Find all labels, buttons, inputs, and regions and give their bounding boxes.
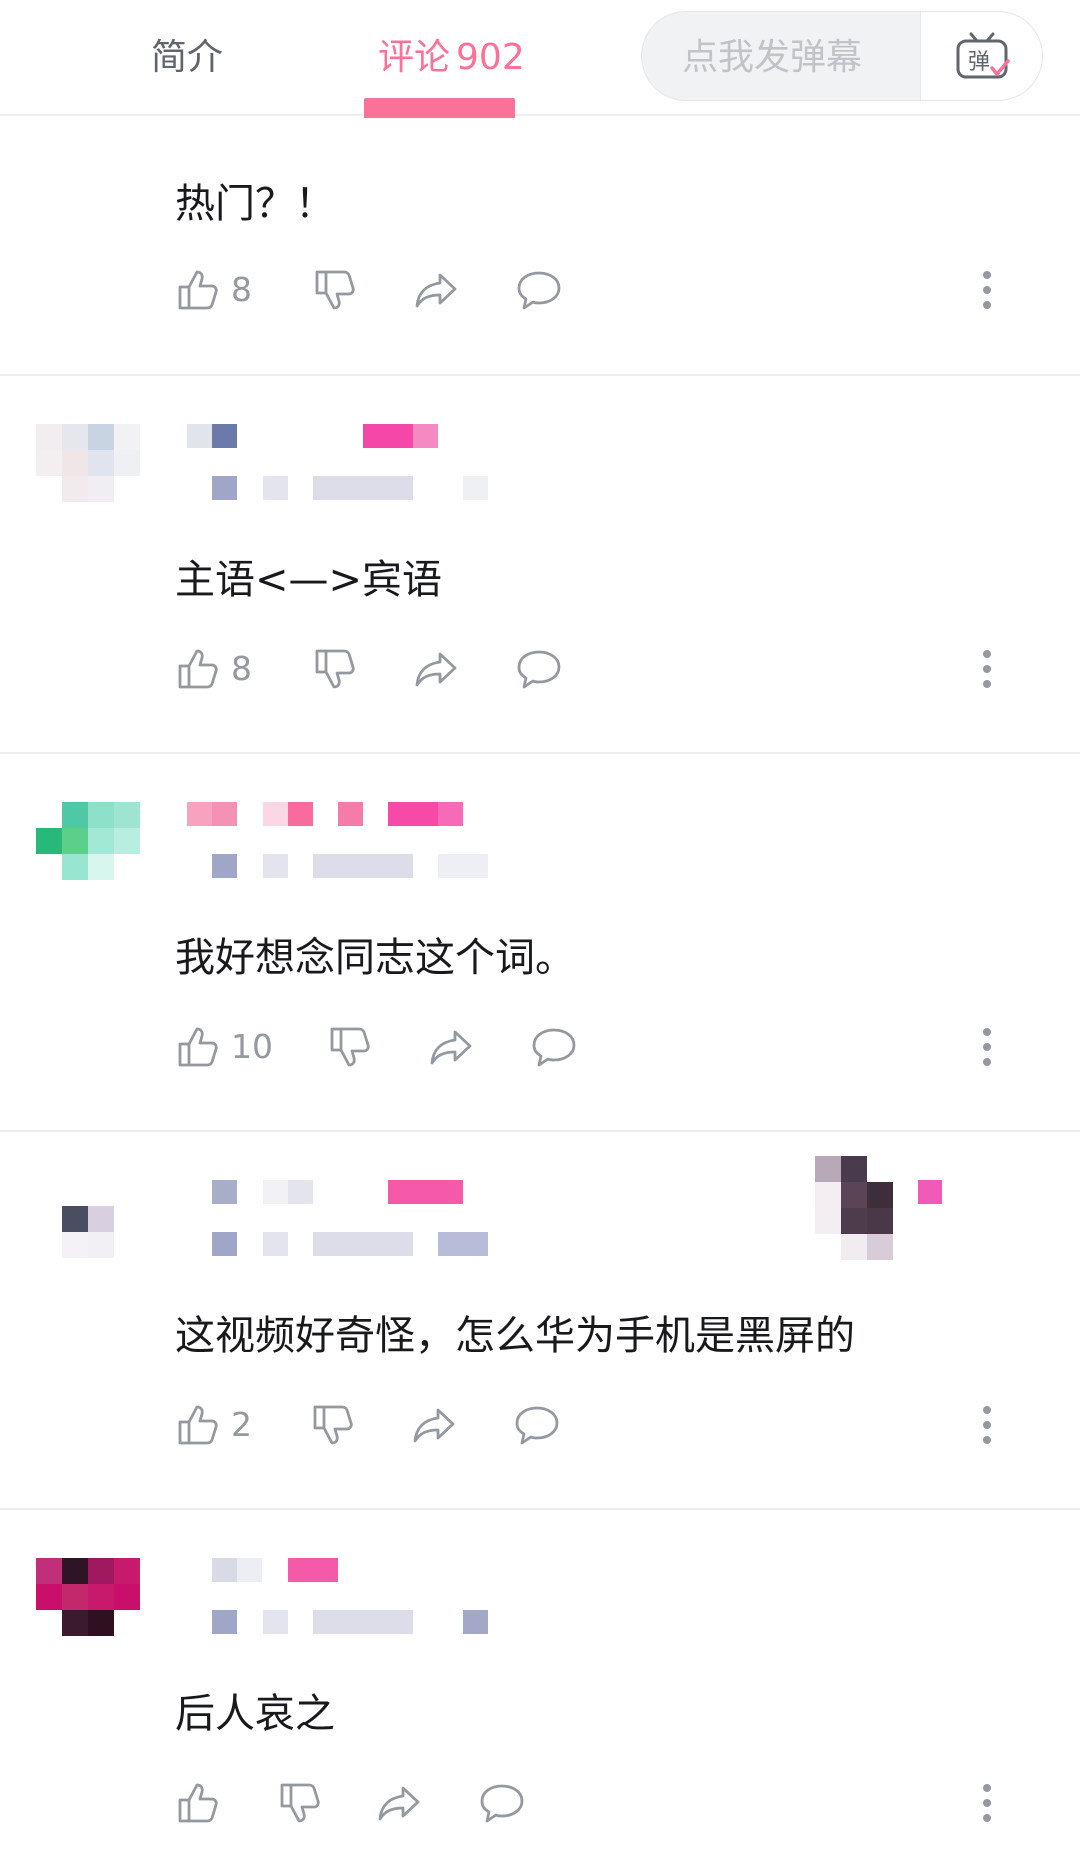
danmaku-tv-icon: 弹 [956,32,1010,79]
reply-bubble-icon [517,650,561,689]
avatar[interactable] [36,1180,140,1284]
share-icon [413,1408,455,1443]
comment-actions: 10 [175,1017,1035,1077]
share-icon [430,1030,472,1065]
reply-button[interactable] [515,260,563,320]
reply-bubble-icon [515,1406,559,1445]
badge-image [815,1156,945,1260]
avatar[interactable] [36,1558,140,1662]
more-button[interactable] [967,1401,1007,1449]
like-button[interactable]: 2 [175,1395,252,1455]
share-icon [415,652,457,687]
thumbs-down-icon [313,1405,353,1445]
dislike-button[interactable] [277,1773,323,1833]
reply-button[interactable] [513,1395,561,1455]
tab-comments[interactable]: 评论 902 [378,28,525,88]
comment-actions [175,1773,1035,1833]
thumbs-up-icon [178,1405,218,1445]
comment-item: 主语<—>宾语 8 [0,376,1080,752]
share-button[interactable] [412,260,460,320]
like-count: 2 [231,1405,252,1444]
comment-actions: 8 [175,639,1035,699]
danmaku-button[interactable]: 弹 [920,12,1042,100]
share-button[interactable] [375,1773,423,1833]
share-icon [378,1786,420,1821]
share-button[interactable] [412,639,460,699]
comment-item: 后人哀之 [0,1510,1080,1860]
like-button[interactable]: 8 [175,260,252,320]
comment-text: 主语<—>宾语 [175,557,443,603]
reply-button[interactable] [478,1773,526,1833]
dislike-button[interactable] [310,1395,356,1455]
comment-text: 后人哀之 [175,1691,335,1737]
dislike-button[interactable] [327,1017,373,1077]
danmaku-bar: 弹 [641,11,1043,101]
danmaku-button-label: 弹 [967,50,989,75]
like-count: 10 [231,1027,273,1066]
thumbs-up-icon [178,270,218,310]
tab-comments-count: 902 [456,37,525,78]
more-vertical-icon [983,1784,991,1822]
comment-text: 热门？！ [175,181,335,227]
share-button[interactable] [410,1395,458,1455]
dislike-button[interactable] [312,260,358,320]
comment-actions: 2 [175,1395,1035,1455]
thumbs-up-icon [178,1783,218,1823]
like-button[interactable]: 10 [175,1017,273,1077]
tab-intro[interactable]: 简介 [151,28,223,88]
thumbs-down-icon [315,270,355,310]
more-vertical-icon [983,271,991,309]
like-button[interactable] [175,1773,231,1833]
more-button[interactable] [967,1023,1007,1071]
comment-actions: 8 [175,260,1035,320]
dislike-button[interactable] [312,639,358,699]
more-button[interactable] [967,645,1007,693]
comment-text: 这视频好奇怪，怎么华为手机是黑屏的 [175,1313,855,1359]
tab-comments-label: 评论 [378,37,451,78]
reply-button[interactable] [530,1017,578,1077]
more-button[interactable] [967,1779,1007,1827]
share-icon [415,273,457,308]
comment-text: 我好想念同志这个词。 [175,935,575,981]
thumbs-down-icon [330,1027,370,1067]
badge-dot [918,1180,942,1204]
like-button[interactable]: 8 [175,639,252,699]
thumbs-up-icon [178,1027,218,1067]
avatar[interactable] [36,424,140,528]
share-button[interactable] [427,1017,475,1077]
thumbs-down-icon [315,649,355,689]
comment-item: 这视频好奇怪，怎么华为手机是黑屏的 2 [0,1132,1080,1508]
thumbs-up-icon [178,649,218,689]
reply-bubble-icon [532,1028,576,1067]
comment-item: 我好想念同志这个词。 10 [0,754,1080,1130]
tab-intro-label: 简介 [151,37,224,78]
comment-item: 热门？！ 8 [0,118,1080,374]
more-vertical-icon [983,650,991,688]
thumbs-down-icon [280,1783,320,1823]
reply-bubble-icon [517,271,561,310]
reply-button[interactable] [515,639,563,699]
tab-bar: 简介 评论902 弹 [0,0,1080,123]
avatar[interactable] [36,802,140,906]
more-button[interactable] [967,266,1007,314]
more-vertical-icon [983,1028,991,1066]
danmaku-input[interactable] [642,12,922,100]
reply-bubble-icon [480,1784,524,1823]
like-count: 8 [231,649,252,688]
like-count: 8 [231,270,252,309]
more-vertical-icon [983,1406,991,1444]
